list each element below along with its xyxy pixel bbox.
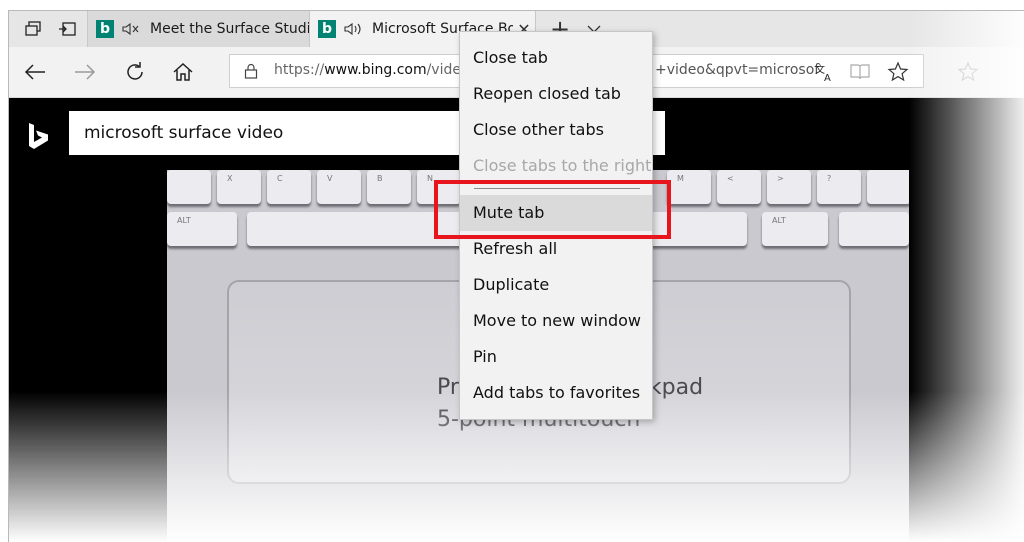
translate-icon[interactable]: 文A [814, 61, 836, 83]
bing-logo-icon[interactable] [27, 122, 51, 154]
bing-favicon-icon: b [96, 20, 114, 38]
tabs-aside-icon[interactable] [17, 11, 49, 47]
star-icon[interactable] [887, 61, 909, 83]
speaker-muted-icon[interactable] [122, 22, 144, 36]
home-icon[interactable] [165, 54, 201, 90]
forward-arrow-icon[interactable] [67, 54, 103, 90]
back-arrow-icon[interactable] [17, 54, 53, 90]
menu-item-close-tab[interactable]: Close tab [460, 40, 652, 76]
speaker-playing-icon[interactable] [344, 22, 366, 36]
reading-view-icon[interactable] [849, 61, 871, 83]
menu-item-duplicate[interactable]: Duplicate [460, 267, 652, 303]
svg-text:A: A [824, 73, 831, 82]
tab-meet-surface-studio[interactable]: b Meet the Surface Studio [87, 11, 310, 47]
refresh-icon[interactable] [117, 54, 153, 90]
menu-item-close-other-tabs[interactable]: Close other tabs [460, 112, 652, 148]
tab-title: Meet the Surface Studio [150, 21, 310, 37]
favorites-icon[interactable] [951, 54, 987, 90]
menu-item-reopen-closed-tab[interactable]: Reopen closed tab [460, 76, 652, 112]
menu-item-move-to-new-window[interactable]: Move to new window [460, 303, 652, 339]
url-text-tail: +video&qpvt=microsof [655, 62, 820, 78]
tab-preview-icon[interactable] [51, 11, 83, 47]
bing-favicon-icon: b [318, 20, 336, 38]
menu-item-add-tabs-to-favorites[interactable]: Add tabs to favorites [460, 375, 652, 411]
url-text: https://www.bing.com/videos/ [274, 62, 482, 78]
menu-item-pin[interactable]: Pin [460, 339, 652, 375]
menu-item-close-tabs-right: Close tabs to the right [473, 156, 652, 175]
annotation-highlight [434, 180, 671, 239]
lock-icon [244, 63, 258, 83]
